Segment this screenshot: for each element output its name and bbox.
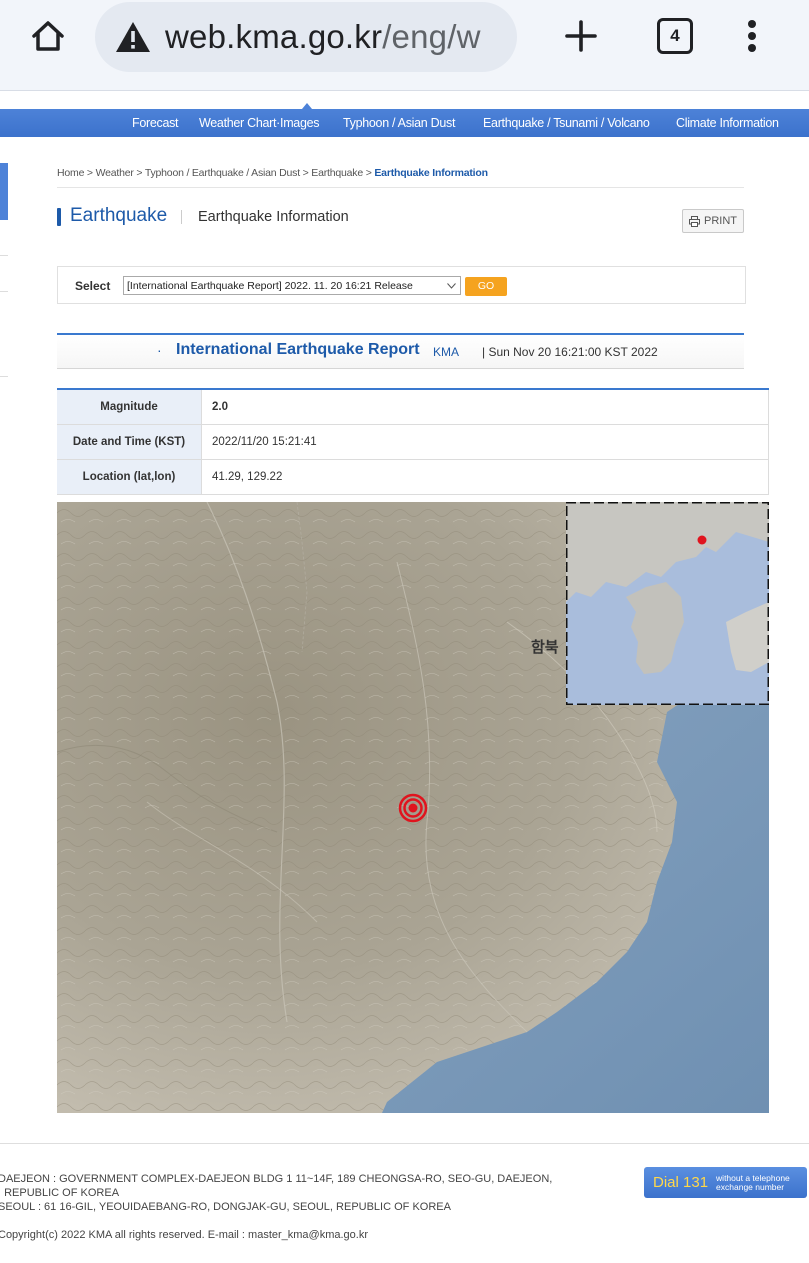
footer-divider (0, 1143, 809, 1144)
utility-bar (0, 91, 809, 110)
copyright: Copyright(c) 2022 KMA all rights reserve… (0, 1229, 369, 1241)
datetime-label: Date and Time (KST) (57, 424, 202, 460)
select-label: Select (75, 279, 111, 293)
magnitude-label: Magnitude (57, 389, 202, 425)
breadcrumb: Home > Weather > Typhoon / Earthquake / … (57, 167, 488, 179)
address-line: DAEJEON : GOVERNMENT COMPLEX-DAEJEON BLD… (0, 1173, 553, 1185)
print-label: PRINT (704, 215, 737, 227)
nav-forecast[interactable]: Forecast (132, 109, 179, 137)
home-button[interactable] (22, 12, 74, 60)
print-button[interactable]: PRINT (682, 209, 744, 233)
address-bar[interactable]: web.kma.go.kr/eng/w (95, 2, 517, 72)
magnitude-value: 2.0 (201, 389, 769, 425)
report-time: | Sun Nov 20 16:21:00 KST 2022 (482, 345, 658, 359)
more-vert-icon (748, 20, 756, 52)
browser-menu-button[interactable] (732, 12, 772, 60)
epicenter-marker (398, 793, 428, 823)
table-row: Location (lat,lon) 41.29, 129.22 (57, 459, 769, 495)
sidebar-divider (0, 255, 8, 256)
nav-earthquake-tsunami-volcano[interactable]: Earthquake / Tsunami / Volcano (483, 109, 650, 137)
region-label: 함북 (531, 639, 559, 656)
go-button[interactable]: GO (465, 277, 507, 296)
plus-icon (565, 20, 597, 52)
breadcrumb-trail[interactable]: Home > Weather > Typhoon / Earthquake / … (57, 167, 374, 179)
bullet-icon: · (157, 342, 162, 358)
report-select[interactable]: [International Earthquake Report] 2022. … (123, 276, 461, 295)
chevron-down-icon (447, 283, 456, 289)
location-label: Location (lat,lon) (57, 459, 202, 495)
url-text[interactable]: web.kma.go.kr/eng/w (165, 18, 481, 56)
breadcrumb-current: Earthquake Information (374, 167, 488, 179)
nav-weather-chart-images[interactable]: Weather Chart·Images (199, 109, 320, 137)
title-separator (181, 210, 182, 224)
tab-count: 4 (657, 18, 693, 54)
not-secure-warning-icon[interactable] (115, 19, 151, 55)
new-tab-button[interactable] (556, 12, 606, 60)
location-value: 41.29, 129.22 (201, 459, 769, 495)
footer-address: DAEJEON : GOVERNMENT COMPLEX-DAEJEON BLD… (0, 1172, 552, 1214)
address-line: SEOUL : 61 16-GIL, YEOUIDAEBANG-RO, DONG… (0, 1201, 451, 1213)
tab-switcher-button[interactable]: 4 (650, 12, 700, 60)
epicenter-map: 함북 (57, 502, 769, 1113)
report-header: · International Earthquake Report KMA | … (57, 333, 744, 369)
browser-toolbar: web.kma.go.kr/eng/w 4 (0, 0, 809, 91)
printer-icon (689, 215, 700, 227)
main-nav: Forecast Weather Chart·Images Typhoon / … (0, 109, 809, 137)
divider (57, 187, 744, 188)
sidebar-divider (0, 376, 8, 377)
dial-note: without a telephone exchange number (716, 1172, 790, 1192)
sidebar-active-item[interactable] (0, 163, 8, 220)
dial-131-banner[interactable]: Dial 131 without a telephone exchange nu… (644, 1167, 807, 1198)
nav-climate-information[interactable]: Climate Information (676, 109, 779, 137)
report-title: International Earthquake Report (176, 341, 420, 358)
nav-typhoon-asian-dust[interactable]: Typhoon / Asian Dust (343, 109, 455, 137)
home-icon (32, 21, 64, 51)
table-row: Magnitude 2.0 (57, 389, 769, 425)
report-selector: Select [International Earthquake Report]… (57, 266, 746, 304)
title-accent (57, 208, 61, 226)
page-title: Earthquake (70, 205, 168, 226)
earthquake-info-table: Magnitude 2.0 Date and Time (KST) 2022/1… (57, 388, 769, 495)
address-line: REPUBLIC OF KOREA (0, 1187, 120, 1199)
datetime-value: 2022/11/20 15:21:41 (201, 424, 769, 460)
dial-number: Dial 131 (653, 1174, 709, 1191)
inset-map (564, 502, 769, 707)
page-subtitle: Earthquake Information (198, 209, 349, 225)
table-row: Date and Time (KST) 2022/11/20 15:21:41 (57, 424, 769, 460)
report-select-value: [International Earthquake Report] 2022. … (127, 280, 413, 292)
sidebar-divider (0, 291, 8, 292)
report-org: KMA (433, 345, 460, 359)
